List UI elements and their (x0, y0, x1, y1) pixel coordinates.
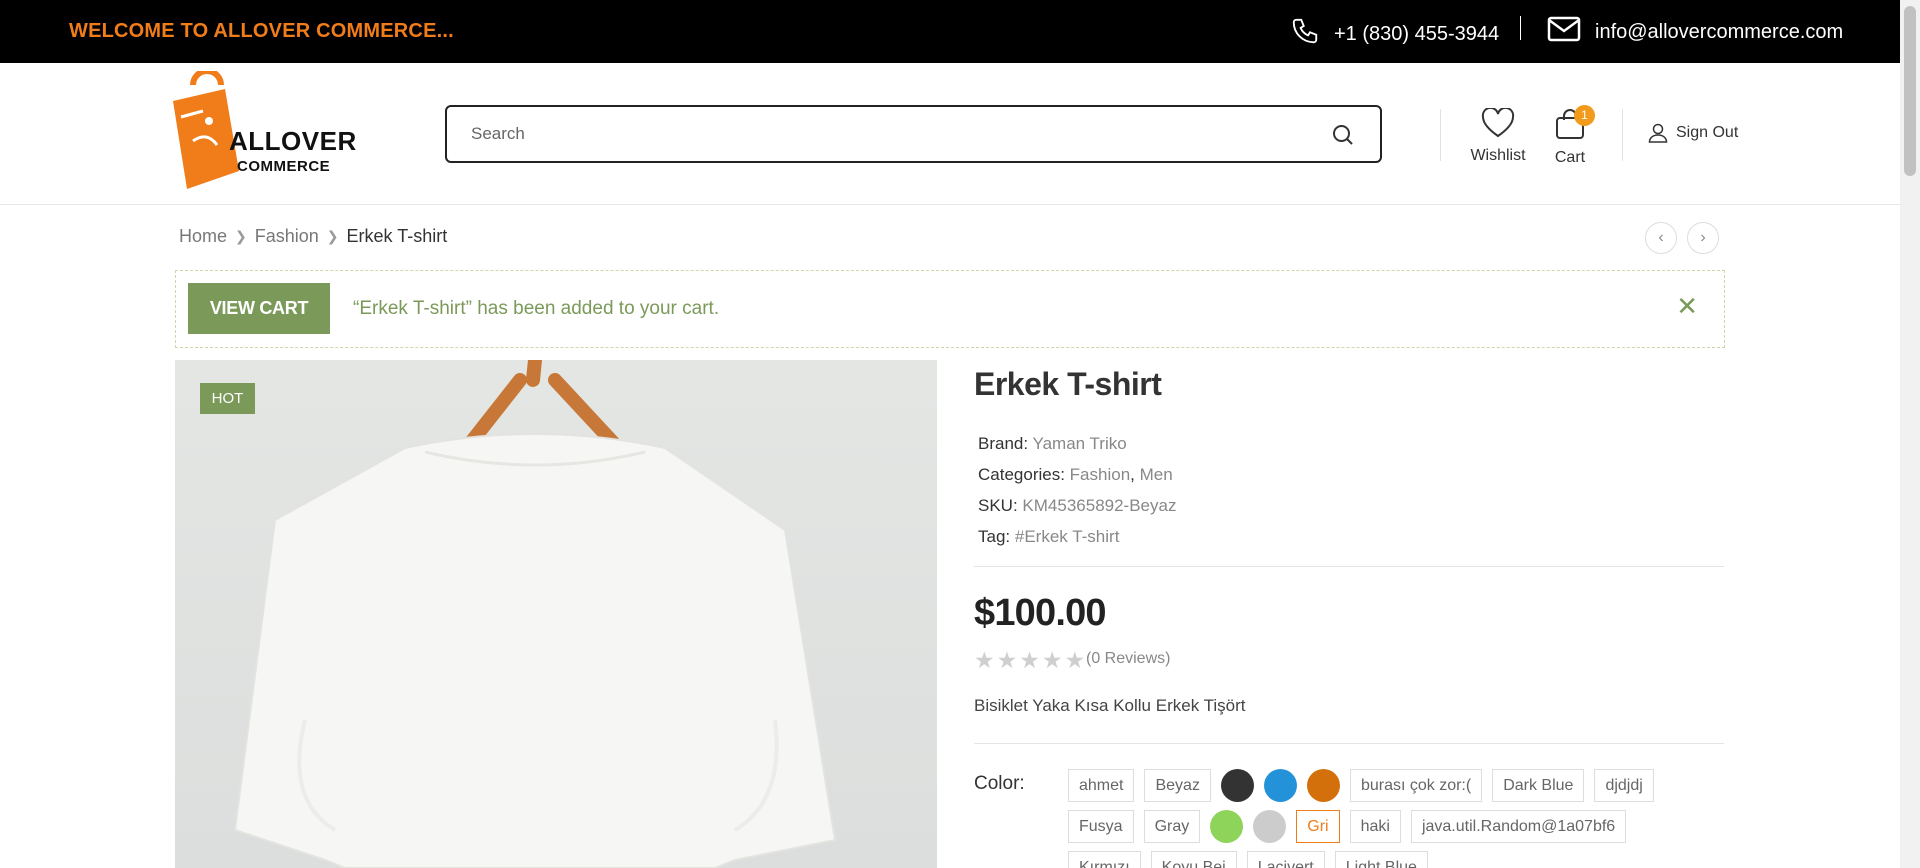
product-description: Bisiklet Yaka Kısa Kollu Erkek Tişört (974, 696, 1246, 715)
phone-number: +1 (830) 455-3944 (1334, 22, 1500, 45)
search-bar (445, 105, 1382, 163)
star-icon: ★ (1041, 647, 1063, 673)
divider (1520, 16, 1521, 40)
wishlist-button[interactable]: Wishlist (1470, 106, 1526, 165)
reviews-link[interactable]: (0 Reviews) (1086, 650, 1170, 668)
color-option[interactable]: Lacivert (1246, 851, 1325, 868)
color-option[interactable]: Koyu Bej (1150, 851, 1237, 868)
breadcrumb-fashion[interactable]: Fashion (255, 226, 319, 247)
product-title: Erkek T-shirt (974, 366, 1162, 402)
color-option[interactable]: java.util.Random@1a07bf6 (1410, 810, 1627, 843)
sku-value: KM45365892-Beyaz (1022, 496, 1177, 515)
email-contact[interactable]: info@allovercommerce.com (1547, 16, 1843, 48)
cart-count-badge: 1 (1574, 105, 1595, 126)
categories-label: Categories: (978, 465, 1065, 484)
brand-link[interactable]: Yaman Triko (1033, 434, 1127, 453)
color-option[interactable]: Beyaz (1144, 769, 1211, 802)
category-link-fashion[interactable]: Fashion (1070, 465, 1130, 484)
next-product-button[interactable]: › (1687, 222, 1719, 254)
tshirt-image (233, 360, 837, 868)
brand-row: Brand: Yaman Triko (978, 428, 1176, 459)
star-icon: ★ (996, 647, 1018, 673)
site-logo[interactable]: ALLOVER COMMERCE (163, 68, 356, 195)
phone-contact[interactable]: +1 (830) 455-3944 (1290, 16, 1499, 52)
color-option[interactable]: burası çok zor:( (1349, 769, 1483, 802)
category-link-men[interactable]: Men (1140, 465, 1173, 484)
color-option[interactable]: Gri (1296, 810, 1340, 843)
search-icon[interactable] (1332, 124, 1354, 151)
color-option[interactable]: Dark Blue (1492, 769, 1585, 802)
product-image[interactable]: HOT (175, 360, 937, 868)
page-scrollbar[interactable] (1900, 0, 1920, 868)
divider (1440, 109, 1441, 161)
chevron-right-icon: › (1700, 229, 1706, 246)
color-swatch[interactable] (1263, 769, 1297, 802)
sign-out-link[interactable]: Sign Out (1648, 123, 1738, 143)
star-icon: ★ (1064, 647, 1086, 673)
color-swatch[interactable] (1220, 769, 1254, 802)
cart-notice-message: “Erkek T-shirt” has been added to your c… (353, 298, 720, 319)
color-option[interactable]: haki (1349, 810, 1401, 843)
tag-row: Tag: #Erkek T-shirt (978, 521, 1176, 552)
chevron-left-icon: ‹ (1658, 229, 1664, 246)
sku-label: SKU: (978, 496, 1018, 515)
brand-label: Brand: (978, 434, 1029, 453)
category-separator: , (1130, 465, 1135, 484)
product-price: $100.00 (974, 592, 1107, 634)
color-option[interactable]: Fusya (1068, 810, 1134, 843)
divider (1622, 109, 1623, 161)
rating-stars: ★ ★ ★ ★ ★ (974, 648, 1085, 672)
mail-icon (1547, 16, 1581, 48)
divider (974, 566, 1724, 567)
cart-notice: VIEW CART “Erkek T-shirt” has been added… (175, 270, 1725, 348)
sku-row: SKU: KM45365892-Beyaz (978, 490, 1176, 521)
phone-icon (1290, 16, 1320, 52)
chevron-right-icon: ❯ (235, 228, 247, 244)
logo-subtitle: COMMERCE (237, 158, 331, 175)
star-icon: ★ (1019, 647, 1040, 673)
star-icon: ★ (974, 647, 995, 673)
breadcrumb: Home ❯ Fashion ❯ Erkek T-shirt (179, 226, 447, 247)
color-swatch[interactable] (1306, 769, 1340, 802)
color-swatch[interactable] (1210, 810, 1244, 843)
previous-product-button[interactable]: ‹ (1645, 222, 1677, 254)
search-input[interactable] (471, 122, 1311, 146)
user-icon (1648, 123, 1668, 143)
breadcrumb-current: Erkek T-shirt (346, 226, 448, 246)
wishlist-label: Wishlist (1470, 147, 1526, 164)
logo-title: ALLOVER (229, 126, 357, 156)
breadcrumb-home[interactable]: Home (179, 226, 227, 247)
scrollbar-thumb[interactable] (1904, 6, 1916, 176)
hot-badge: HOT (200, 383, 255, 414)
top-bar: WELCOME TO ALLOVER COMMERCE... +1 (830) … (0, 0, 1900, 63)
chevron-right-icon: ❯ (326, 228, 339, 244)
heart-icon (1481, 106, 1515, 138)
categories-row: Categories: Fashion, Men (978, 459, 1176, 490)
color-option[interactable]: Light Blue (1334, 851, 1428, 868)
color-swatch[interactable] (1253, 810, 1287, 843)
tag-label: Tag: (978, 527, 1011, 546)
site-header: ALLOVER COMMERCE Wishlist 1 Cart Sign Ou… (0, 63, 1900, 205)
view-cart-button[interactable]: VIEW CART (188, 283, 330, 334)
product-meta: Brand: Yaman Triko Categories: Fashion, … (978, 428, 1176, 552)
email-address: info@allovercommerce.com (1595, 20, 1844, 43)
color-option[interactable]: ahmet (1068, 769, 1135, 802)
cart-label: Cart (1554, 149, 1586, 166)
tag-link[interactable]: #Erkek T-shirt (1015, 527, 1120, 546)
welcome-text: WELCOME TO ALLOVER COMMERCE... (69, 20, 454, 42)
color-option[interactable]: djdjdj (1594, 769, 1654, 802)
color-option[interactable]: Gray (1143, 810, 1201, 843)
color-option[interactable]: Kırmızı (1068, 851, 1141, 868)
sign-out-label: Sign Out (1676, 124, 1739, 141)
close-icon[interactable]: ✕ (1676, 291, 1698, 322)
color-label: Color: (974, 773, 1025, 794)
divider (974, 743, 1724, 744)
color-options: ahmet Beyaz burası çok zor:( Dark Blue djdjd… (1068, 769, 1668, 868)
cart-button[interactable]: 1 Cart (1550, 105, 1595, 167)
